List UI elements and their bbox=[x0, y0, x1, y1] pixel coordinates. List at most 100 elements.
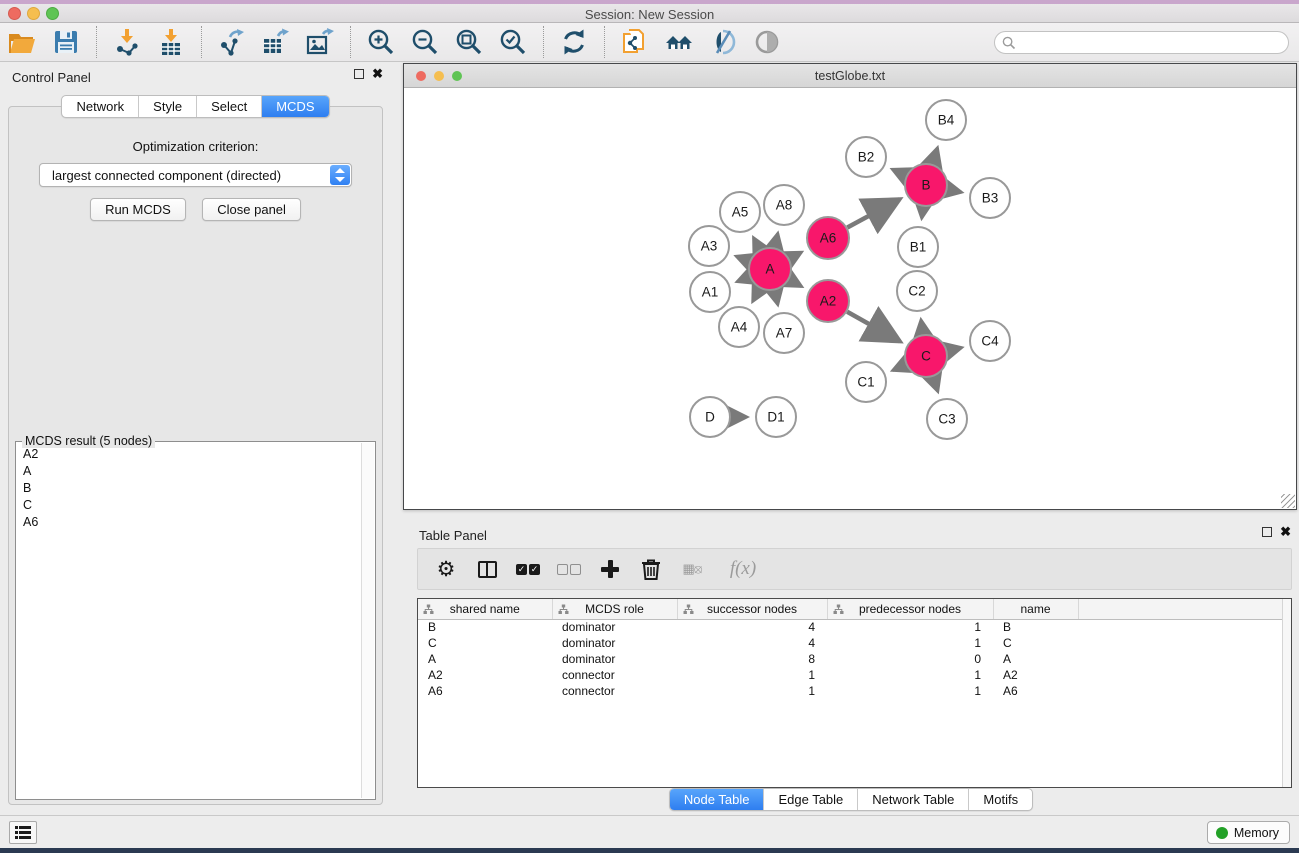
mcds-result-item[interactable]: B bbox=[16, 479, 361, 496]
birds-eye-view-icon[interactable] bbox=[750, 26, 784, 58]
export-image-icon[interactable] bbox=[303, 26, 337, 58]
table-cell[interactable]: A2 bbox=[418, 667, 552, 683]
float-table-panel-icon[interactable] bbox=[1262, 527, 1272, 537]
table-cell[interactable]: dominator bbox=[552, 635, 677, 651]
graph-node-D1[interactable]: D1 bbox=[756, 397, 796, 437]
table-cell[interactable]: 1 bbox=[827, 683, 993, 699]
table-row[interactable]: Cdominator41C bbox=[418, 635, 1292, 651]
tab-select[interactable]: Select bbox=[197, 96, 262, 117]
graph-node-B3[interactable]: B3 bbox=[970, 178, 1010, 218]
close-panel-button[interactable]: Close panel bbox=[202, 198, 301, 221]
table-cell[interactable]: 8 bbox=[677, 651, 827, 667]
table-cell[interactable]: C bbox=[418, 635, 552, 651]
graph-node-A6[interactable]: A6 bbox=[807, 217, 849, 259]
run-mcds-button[interactable]: Run MCDS bbox=[90, 198, 186, 221]
graph-node-A8[interactable]: A8 bbox=[764, 185, 804, 225]
graph-node-D[interactable]: D bbox=[690, 397, 730, 437]
search-input[interactable] bbox=[1020, 36, 1288, 50]
table-cell[interactable]: 0 bbox=[827, 651, 993, 667]
tab-network[interactable]: Network bbox=[62, 96, 139, 117]
table-cell[interactable]: 1 bbox=[677, 683, 827, 699]
export-table-icon[interactable] bbox=[259, 26, 293, 58]
tab-motifs[interactable]: Motifs bbox=[969, 789, 1032, 810]
table-cell[interactable]: C bbox=[993, 635, 1078, 651]
graph-node-A5[interactable]: A5 bbox=[720, 192, 760, 232]
graph-node-A[interactable]: A bbox=[749, 248, 791, 290]
graph-node-A1[interactable]: A1 bbox=[690, 272, 730, 312]
tab-network-table[interactable]: Network Table bbox=[858, 789, 969, 810]
toggle-graphics-details-icon[interactable] bbox=[706, 26, 740, 58]
table-row[interactable]: Adominator80A bbox=[418, 651, 1292, 667]
graph-edge-A-A1[interactable] bbox=[737, 277, 749, 282]
table-cell[interactable]: 1 bbox=[827, 667, 993, 683]
graph-edge-B-B1[interactable] bbox=[922, 207, 923, 218]
column-header-name[interactable]: name bbox=[993, 599, 1078, 619]
graph-node-A3[interactable]: A3 bbox=[689, 226, 729, 266]
open-session-icon[interactable] bbox=[5, 26, 39, 58]
graph-edge-B-B2[interactable] bbox=[892, 169, 906, 175]
close-table-panel-icon[interactable]: ✖ bbox=[1280, 527, 1291, 537]
tab-node-table[interactable]: Node Table bbox=[670, 789, 765, 810]
column-header-predecessor-nodes[interactable]: predecessor nodes bbox=[827, 599, 993, 619]
create-column-icon[interactable] bbox=[597, 556, 623, 582]
delete-table-icon[interactable]: ▦⦻ bbox=[679, 556, 705, 582]
graph-edge-B-B3[interactable] bbox=[948, 189, 962, 192]
graph-node-C4[interactable]: C4 bbox=[970, 321, 1010, 361]
table-cell[interactable]: dominator bbox=[552, 651, 677, 667]
graph-node-A2[interactable]: A2 bbox=[807, 280, 849, 322]
graph-node-B[interactable]: B bbox=[905, 164, 947, 206]
graph-edge-A6-B[interactable] bbox=[847, 199, 899, 227]
table-cell[interactable]: A bbox=[418, 651, 552, 667]
table-cell[interactable]: 1 bbox=[827, 635, 993, 651]
zoom-in-icon[interactable] bbox=[364, 26, 398, 58]
graph-node-C1[interactable]: C1 bbox=[846, 362, 886, 402]
select-all-columns-icon[interactable]: ✓✓ bbox=[515, 556, 541, 582]
graph-edge-C-C3[interactable] bbox=[933, 377, 938, 392]
table-row[interactable]: Bdominator41B bbox=[418, 619, 1292, 635]
search-field[interactable] bbox=[994, 31, 1289, 54]
graph-edge-A-A7[interactable] bbox=[775, 290, 778, 304]
column-header-successor-nodes[interactable]: successor nodes bbox=[677, 599, 827, 619]
table-cell[interactable]: 4 bbox=[677, 619, 827, 635]
resize-grip-icon[interactable] bbox=[1281, 494, 1295, 508]
import-network-icon[interactable] bbox=[110, 26, 144, 58]
zoom-selected-icon[interactable] bbox=[496, 26, 530, 58]
clone-network-icon[interactable] bbox=[618, 26, 652, 58]
function-builder-icon[interactable]: f(x) bbox=[720, 556, 766, 582]
close-panel-icon[interactable]: ✖ bbox=[372, 69, 383, 79]
graph-node-C3[interactable]: C3 bbox=[927, 399, 967, 439]
tab-mcds[interactable]: MCDS bbox=[262, 96, 328, 117]
mcds-result-item[interactable]: C bbox=[16, 496, 361, 513]
graph-edge-A-A4[interactable] bbox=[753, 288, 760, 301]
graph-edge-A2-C[interactable] bbox=[847, 312, 900, 342]
optimization-criterion-dropdown[interactable]: largest connected component (directed) bbox=[39, 163, 352, 187]
mcds-result-item[interactable]: A bbox=[16, 462, 361, 479]
column-header-shared-name[interactable]: shared name bbox=[418, 599, 552, 619]
graph-edge-C-C1[interactable] bbox=[893, 365, 906, 371]
graph-edge-A-A3[interactable] bbox=[736, 256, 749, 261]
zoom-out-icon[interactable] bbox=[408, 26, 442, 58]
tab-edge-table[interactable]: Edge Table bbox=[764, 789, 858, 810]
column-header-MCDS-role[interactable]: MCDS role bbox=[552, 599, 677, 619]
table-cell[interactable]: B bbox=[418, 619, 552, 635]
home-icon[interactable] bbox=[662, 26, 696, 58]
delete-columns-icon[interactable] bbox=[638, 556, 664, 582]
network-frame-titlebar[interactable]: testGlobe.txt bbox=[404, 64, 1296, 88]
export-network-icon[interactable] bbox=[215, 26, 249, 58]
mcds-result-item[interactable]: A2 bbox=[16, 445, 361, 462]
network-canvas[interactable]: B4B2BB3A8A5A6A3B1AA1C2A2A4A7C4CC1C3DD1 bbox=[404, 88, 1296, 509]
graph-edge-A-A2[interactable] bbox=[789, 280, 801, 287]
graph-edge-A-A8[interactable] bbox=[775, 233, 778, 247]
graph-node-A4[interactable]: A4 bbox=[719, 307, 759, 347]
memory-button[interactable]: Memory bbox=[1207, 821, 1290, 844]
network-graph[interactable]: B4B2BB3A8A5A6A3B1AA1C2A2A4A7C4CC1C3DD1 bbox=[404, 88, 1296, 509]
table-row[interactable]: A6connector11A6 bbox=[418, 683, 1292, 699]
tab-style[interactable]: Style bbox=[139, 96, 197, 117]
task-history-button[interactable] bbox=[9, 821, 37, 844]
table-cell[interactable]: B bbox=[993, 619, 1078, 635]
table-cell[interactable]: A6 bbox=[418, 683, 552, 699]
graph-edge-A-A6[interactable] bbox=[789, 252, 801, 258]
float-panel-icon[interactable] bbox=[354, 69, 364, 79]
zoom-fit-icon[interactable] bbox=[452, 26, 486, 58]
mcds-result-item[interactable]: A6 bbox=[16, 513, 361, 530]
